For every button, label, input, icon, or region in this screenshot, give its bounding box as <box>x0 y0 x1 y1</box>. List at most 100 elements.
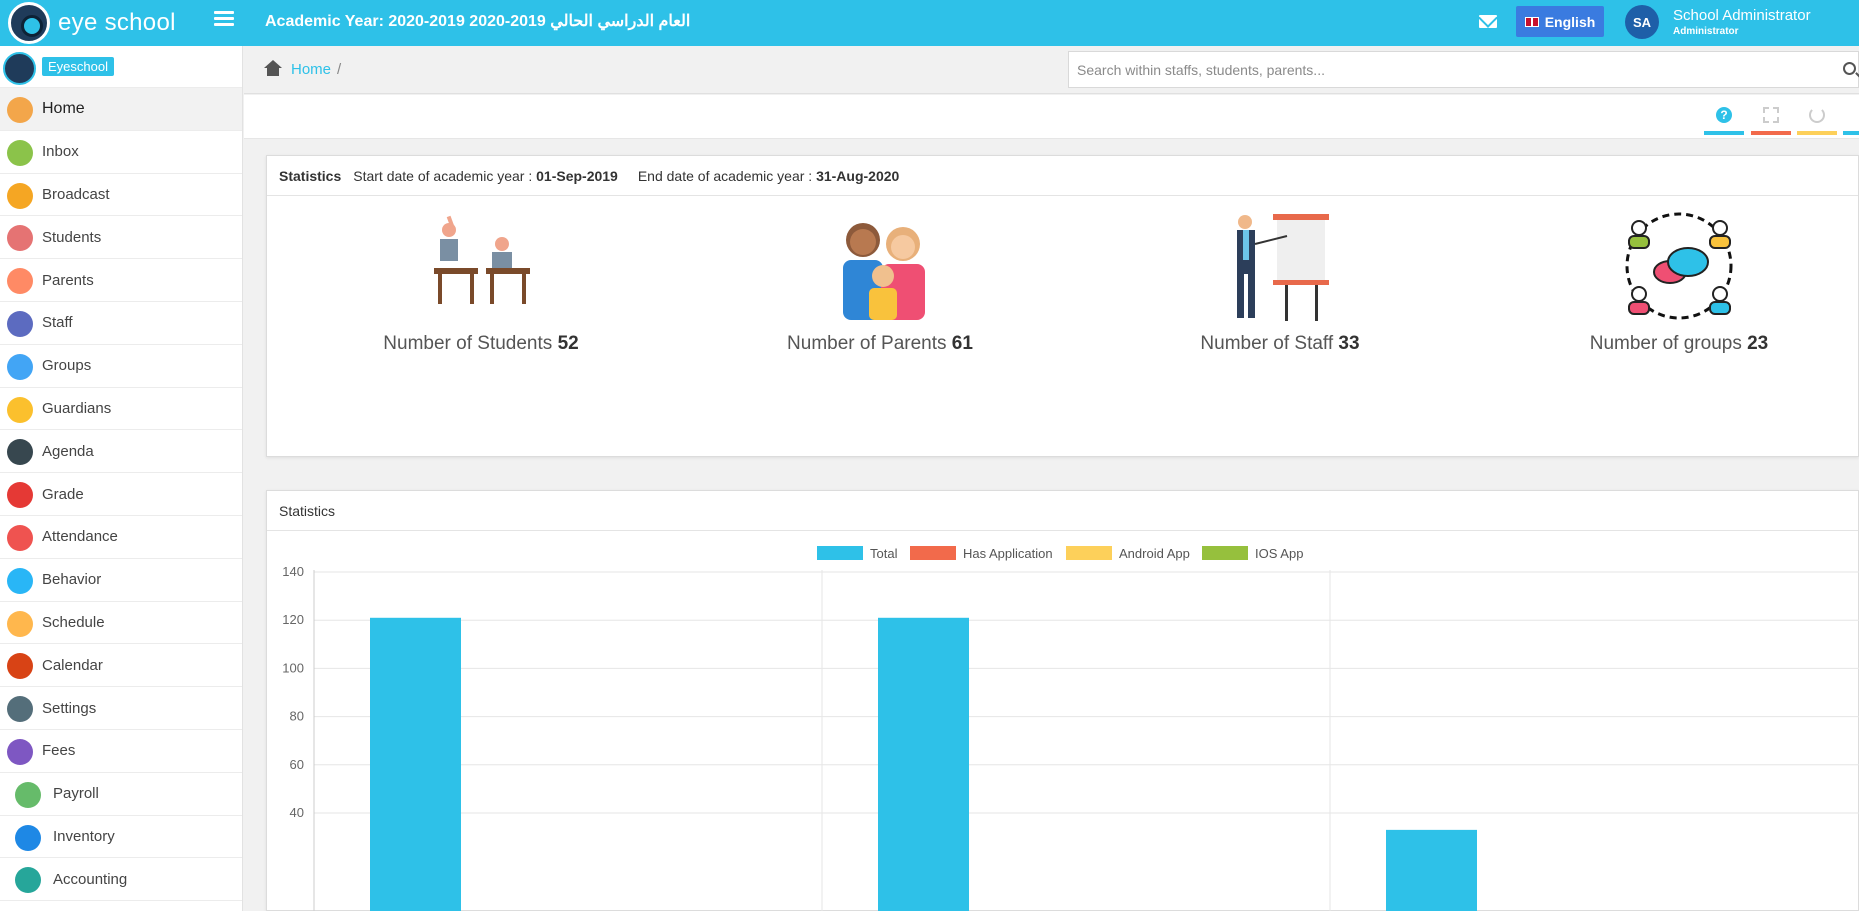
page-toolbar: ? <box>244 95 1859 139</box>
groups-stat-label: Number of groups 23 <box>1559 333 1799 355</box>
fees-icon <box>7 738 33 765</box>
eye-school-logo-icon <box>3 52 36 85</box>
sidebar-item-label: Settings <box>42 699 97 717</box>
academic-year-title: Academic Year: 2020-2019 العام الدراسي ا… <box>265 13 691 30</box>
sidebar-item-payroll[interactable]: Payroll <box>0 773 242 816</box>
sidebar-item-label: Behavior <box>42 571 102 589</box>
sidebar-item-guardians[interactable]: Guardians <box>0 388 242 431</box>
behavior-icon <box>7 567 33 594</box>
sidebar-item-schedule[interactable]: Schedule <box>0 602 242 645</box>
breadcrumb-separator: / <box>337 61 342 78</box>
sidebar-item-inventory[interactable]: Inventory <box>0 816 242 859</box>
legend-swatch[interactable] <box>1202 546 1248 560</box>
agenda-icon <box>7 439 33 466</box>
sidebar-item-broadcast[interactable]: Broadcast <box>0 174 242 217</box>
y-tick-label: 60 <box>290 757 304 772</box>
legend-label[interactable]: IOS App <box>1255 546 1303 561</box>
sidebar-item-settings[interactable]: Settings <box>0 687 242 730</box>
sidebar-item-agenda[interactable]: Agenda <box>0 430 242 474</box>
sidebar-item-grade[interactable]: Grade <box>0 473 242 516</box>
students-desk-icon <box>434 215 530 304</box>
sidebar-item-label: Parents <box>42 271 94 289</box>
sidebar-item-label: Home <box>42 99 85 117</box>
calendar-icon <box>7 653 33 680</box>
logo-text[interactable]: eye school <box>58 9 176 37</box>
home-icon[interactable] <box>264 60 282 76</box>
user-name[interactable]: School Administrator <box>1673 7 1811 24</box>
legend-swatch[interactable] <box>910 546 956 560</box>
sidebar-item-label: Agenda <box>42 442 94 460</box>
sidebar-item-accounting[interactable]: Accounting <box>0 858 242 902</box>
sidebar-item-inbox[interactable]: Inbox <box>0 131 242 174</box>
language-button[interactable]: English <box>1516 6 1604 37</box>
sidebar-item-home[interactable]: Home <box>0 88 242 131</box>
inventory-icon <box>15 824 41 851</box>
menu-toggle-icon[interactable] <box>214 11 234 27</box>
legend-label[interactable]: Total <box>870 546 898 561</box>
sidebar-item-parents[interactable]: Parents <box>0 259 242 302</box>
sidebar-brand: Eyeschool <box>0 46 242 88</box>
students-stat-card[interactable]: Number of Students 52 <box>361 210 601 355</box>
help-button[interactable]: ? <box>1704 105 1744 135</box>
sidebar-item-label: Students <box>42 228 102 246</box>
collapse-button[interactable] <box>1843 105 1859 135</box>
sidebar-item-label: Attendance <box>42 528 118 546</box>
students-stat-label: Number of Students 52 <box>361 333 601 355</box>
eye-school-logo-icon[interactable] <box>8 2 50 44</box>
bar-total-3 <box>1386 829 1477 911</box>
fullscreen-button[interactable] <box>1751 105 1791 135</box>
groups-stat-card[interactable]: Number of groups 23 <box>1559 210 1799 355</box>
staff-stat-card[interactable]: Number of Staff 33 <box>1160 210 1400 355</box>
start-date-label: Start date of academic year : <box>353 167 533 184</box>
sidebar-item-attendance[interactable]: Attendance <box>0 516 242 559</box>
parents-icon <box>7 268 33 295</box>
stat-label-text: Number of Parents <box>787 333 947 354</box>
stat-label-text: Number of groups <box>1589 333 1742 354</box>
tool-accent <box>1797 131 1837 135</box>
sidebar-item-students[interactable]: Students <box>0 216 242 260</box>
panel-title: Statistics <box>279 502 336 519</box>
accounting-icon <box>15 867 41 894</box>
mail-icon[interactable] <box>1479 15 1497 28</box>
parents-stat-card[interactable]: Number of Parents 61 <box>760 210 1000 355</box>
sidebar-item-fees[interactable]: Fees <box>0 730 242 773</box>
avatar[interactable]: SA <box>1625 5 1659 39</box>
y-tick-label: 140 <box>282 564 304 579</box>
legend-swatch[interactable] <box>817 546 863 560</box>
statistics-chart-panel: Statistics Total Has Application Android A… <box>266 490 1859 911</box>
groups-icon <box>7 353 33 380</box>
legend-swatch[interactable] <box>1066 546 1112 560</box>
sidebar-item-label: Inbox <box>42 143 79 161</box>
sidebar-item-calendar[interactable]: Calendar <box>0 644 242 688</box>
refresh-button[interactable] <box>1797 105 1837 135</box>
uk-flag-icon <box>1524 16 1539 27</box>
bar-total-2 <box>878 617 969 911</box>
breadcrumb-home-link[interactable]: Home <box>291 61 331 78</box>
language-label: English <box>1544 13 1596 30</box>
legend-label[interactable]: Android App <box>1119 546 1190 561</box>
guardians-icon <box>7 396 33 423</box>
panel-header: Statistics <box>267 491 1858 531</box>
sidebar-item-groups[interactable]: Groups <box>0 345 242 388</box>
parents-stat-label: Number of Parents 61 <box>760 333 1000 355</box>
search-input[interactable] <box>1069 52 1829 87</box>
schedule-icon <box>7 610 33 637</box>
y-tick-label: 100 <box>282 660 304 675</box>
bar-total-1 <box>370 617 461 911</box>
tool-accent <box>1751 131 1791 135</box>
tool-accent <box>1843 131 1859 135</box>
panel-title: Statistics <box>279 167 342 184</box>
school-badge[interactable]: Eyeschool <box>42 57 114 76</box>
home-icon <box>7 97 33 123</box>
sidebar-item-label: Staff <box>42 314 73 332</box>
sidebar-item-label: Accounting <box>53 870 128 888</box>
sidebar-nav: Home Inbox Broadcast Students Parents Staff Gr… <box>0 88 242 902</box>
refresh-icon <box>1809 107 1825 123</box>
search-icon[interactable] <box>1843 62 1856 75</box>
staff-icon <box>7 310 33 337</box>
legend-label[interactable]: Has Application <box>963 546 1053 561</box>
sidebar-item-staff[interactable]: Staff <box>0 302 242 345</box>
sidebar-item-label: Groups <box>42 357 92 375</box>
grade-icon <box>7 482 33 509</box>
sidebar-item-behavior[interactable]: Behavior <box>0 559 242 602</box>
